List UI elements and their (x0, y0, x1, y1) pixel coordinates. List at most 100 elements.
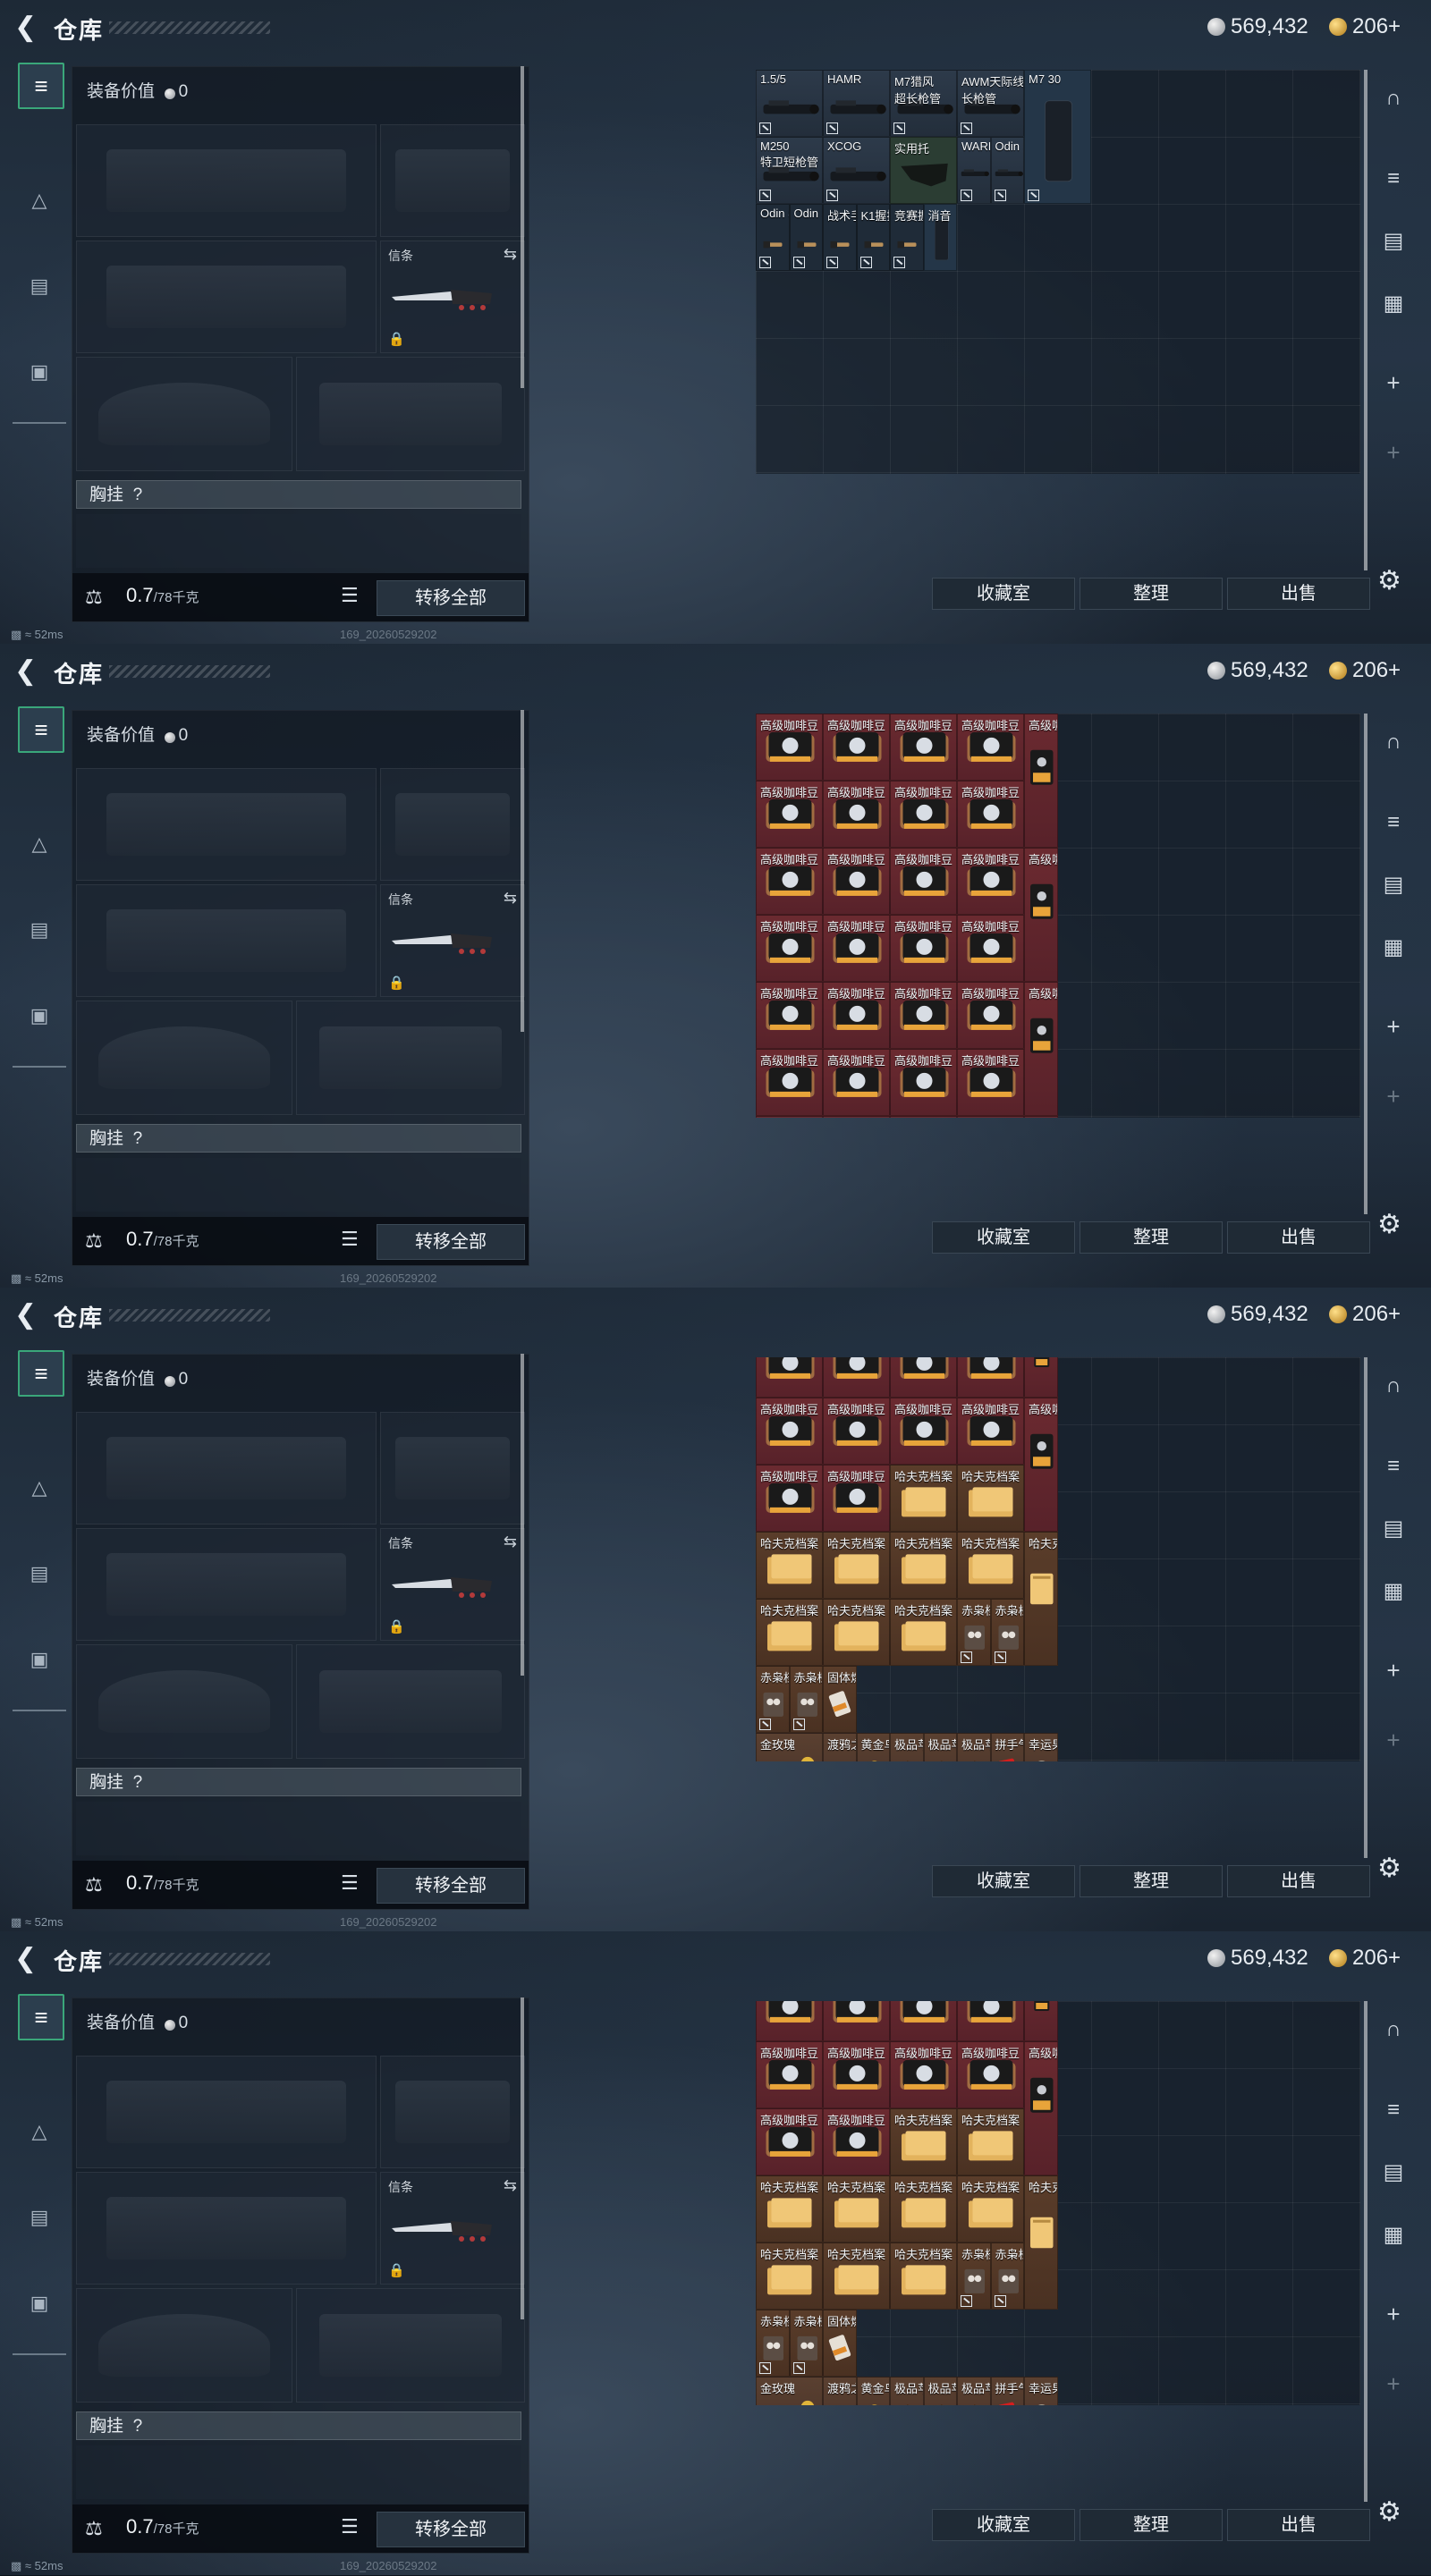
organize-button[interactable]: 整理 (1080, 1865, 1223, 1897)
vest-icon[interactable]: ▤ (18, 1552, 61, 1595)
inventory-item[interactable]: M7 30 (1024, 70, 1091, 204)
inventory-item[interactable]: 哈夫克档案 (756, 1532, 823, 1599)
inventory-item[interactable]: 高级咖啡豆 (756, 2041, 823, 2108)
inventory-item[interactable]: 1.5/5 (756, 70, 823, 137)
sell-button[interactable]: 出售 (1227, 1221, 1370, 1254)
helmet-icon[interactable]: △ (18, 823, 61, 866)
weapons-tab-icon[interactable]: ≡ (1373, 161, 1414, 197)
inventory-item[interactable]: XCOG (823, 137, 890, 204)
collection-button[interactable]: 收藏室 (932, 1865, 1075, 1897)
inventory-item[interactable]: 极品苹果果 (957, 1733, 991, 1761)
inventory-item[interactable]: 高级咖啡豆 (823, 714, 890, 781)
gold-currency[interactable]: 206+ (1329, 658, 1401, 683)
secondary-weapon-slot[interactable] (76, 1528, 377, 1641)
gun-icon[interactable]: ≡ (18, 1994, 64, 2040)
gold-currency[interactable]: 206+ (1329, 1302, 1401, 1327)
items-tab-icon[interactable]: ▦ (1373, 286, 1414, 322)
inventory-item[interactable]: 高级咖啡豆 (890, 1398, 957, 1465)
inventory-item[interactable]: 哈夫克档案 (823, 1532, 890, 1599)
inventory-item[interactable]: 高级咖啡豆 (890, 1116, 957, 1118)
primary-weapon-slot[interactable] (76, 124, 377, 237)
storage-tab-icon[interactable]: ∩ (1373, 80, 1414, 116)
pistol-slot[interactable] (380, 1412, 525, 1524)
inventory-item[interactable] (1024, 2001, 1058, 2041)
inventory-item[interactable]: 高级咖啡豆 (890, 2041, 957, 2108)
storage-scrollbar[interactable] (1364, 70, 1367, 570)
chest-rig-slot[interactable] (76, 2445, 521, 2499)
briefcase-icon[interactable]: ▣ (18, 2282, 61, 2325)
inventory-item[interactable]: 高级咖啡豆 (890, 982, 957, 1049)
inventory-item[interactable]: 拼手气红包3/3 (990, 2377, 1024, 2405)
inventory-item[interactable]: 极品苹果果 (923, 2377, 957, 2405)
inventory-item[interactable]: 战术手电 (823, 204, 857, 271)
vest-icon[interactable]: ▤ (18, 265, 61, 308)
inventory-item[interactable]: 黄金鸟蛋 (856, 2377, 890, 2405)
inventory-item[interactable]: 高级咖啡豆 (756, 1398, 823, 1465)
inventory-item[interactable]: M7猎风 超长枪管 (890, 70, 957, 137)
inventory-item[interactable]: 高级咖啡豆 (957, 781, 1024, 848)
chest-rig-header[interactable]: 胸挂 ? (76, 2411, 521, 2440)
organize-button[interactable]: 整理 (1080, 578, 1223, 610)
armor-tab-icon[interactable]: ▤ (1373, 2155, 1414, 2191)
helmet-slot[interactable] (76, 1644, 292, 1759)
organize-button[interactable]: 整理 (1080, 1221, 1223, 1254)
inventory-item[interactable]: 赤枭档案 (756, 2310, 790, 2377)
inventory-item[interactable]: 高级咖啡豆 (823, 915, 890, 982)
inventory-item[interactable]: 高级咖啡豆 (1024, 714, 1058, 848)
primary-weapon-slot[interactable] (76, 768, 377, 881)
inventory-item[interactable]: 赤枭档案 (789, 2310, 823, 2377)
inventory-item[interactable]: 哈夫克档案 (1024, 1532, 1058, 1666)
inventory-item[interactable]: 哈夫克档案 (890, 1465, 957, 1532)
inventory-item[interactable]: 高级咖啡豆 (957, 915, 1024, 982)
back-arrow-icon[interactable]: ❮ (14, 14, 41, 41)
transfer-all-button[interactable]: 转移全部 (377, 1868, 525, 1904)
inventory-item[interactable]: 赤枭档案 (789, 1666, 823, 1733)
primary-weapon-slot[interactable] (76, 2056, 377, 2168)
inventory-item[interactable]: 极品苹果果 (923, 1733, 957, 1761)
inventory-item[interactable]: 高级咖啡豆 (1024, 2041, 1058, 2175)
inventory-item[interactable]: 高级咖啡豆 (756, 1049, 823, 1116)
list-icon[interactable]: ☰ (341, 1871, 359, 1895)
gold-currency[interactable]: 206+ (1329, 1946, 1401, 1971)
inventory-item[interactable] (1024, 1357, 1058, 1398)
back-arrow-icon[interactable]: ❮ (14, 658, 41, 685)
back-arrow-icon[interactable]: ❮ (14, 1302, 41, 1329)
primary-weapon-slot[interactable] (76, 1412, 377, 1524)
chest-rig-slot[interactable] (76, 1158, 521, 1212)
add-icon[interactable]: + (1373, 1652, 1414, 1688)
gun-icon[interactable]: ≡ (18, 63, 64, 109)
help-icon[interactable]: ? (133, 2417, 143, 2436)
secondary-weapon-slot[interactable] (76, 884, 377, 997)
melee-slot[interactable]: 信条 ⇆ 🔒 (380, 2172, 525, 2285)
inventory-item[interactable]: 哈夫克档案 (957, 1465, 1024, 1532)
organize-button[interactable]: 整理 (1080, 2509, 1223, 2541)
sell-button[interactable]: 出售 (1227, 578, 1370, 610)
list-icon[interactable]: ☰ (341, 1228, 359, 1251)
inventory-item[interactable]: 金玫瑰 (756, 1733, 823, 1761)
inventory-item[interactable]: 哈夫克档案 (890, 1532, 957, 1599)
collection-button[interactable]: 收藏室 (932, 2509, 1075, 2541)
sell-button[interactable]: 出售 (1227, 2509, 1370, 2541)
inventory-item[interactable]: 高级咖啡豆 (957, 982, 1024, 1049)
inventory-item[interactable]: M250 特卫短枪管 (756, 137, 823, 204)
vest-icon[interactable]: ▤ (18, 908, 61, 951)
briefcase-icon[interactable]: ▣ (18, 994, 61, 1037)
inventory-item[interactable]: 渡鸦之眼 II (823, 1733, 857, 1761)
inventory-item[interactable]: 高级咖啡豆 (890, 1049, 957, 1116)
inventory-item[interactable]: 哈夫克档案 (890, 2175, 957, 2242)
pistol-slot[interactable] (380, 2056, 525, 2168)
armor-slot[interactable] (296, 1644, 525, 1759)
armor-slot[interactable] (296, 357, 525, 471)
swap-icon[interactable]: ⇆ (504, 2176, 517, 2195)
inventory-item[interactable]: 消音 (923, 204, 957, 271)
inventory-item[interactable]: 赤枭档案 (990, 1599, 1024, 1666)
helmet-icon[interactable]: △ (18, 2110, 61, 2153)
storage-scrollbar[interactable] (1364, 1357, 1367, 1858)
inventory-item[interactable]: 竞赛握手 (890, 204, 924, 271)
help-icon[interactable]: ? (133, 1129, 143, 1148)
armor-slot[interactable] (296, 2288, 525, 2403)
inventory-item[interactable]: 高级咖啡豆 (823, 1049, 890, 1116)
chest-rig-header[interactable]: 胸挂 ? (76, 1124, 521, 1153)
inventory-item[interactable]: 高级咖啡豆 (823, 1116, 890, 1118)
armor-tab-icon[interactable]: ▤ (1373, 867, 1414, 903)
